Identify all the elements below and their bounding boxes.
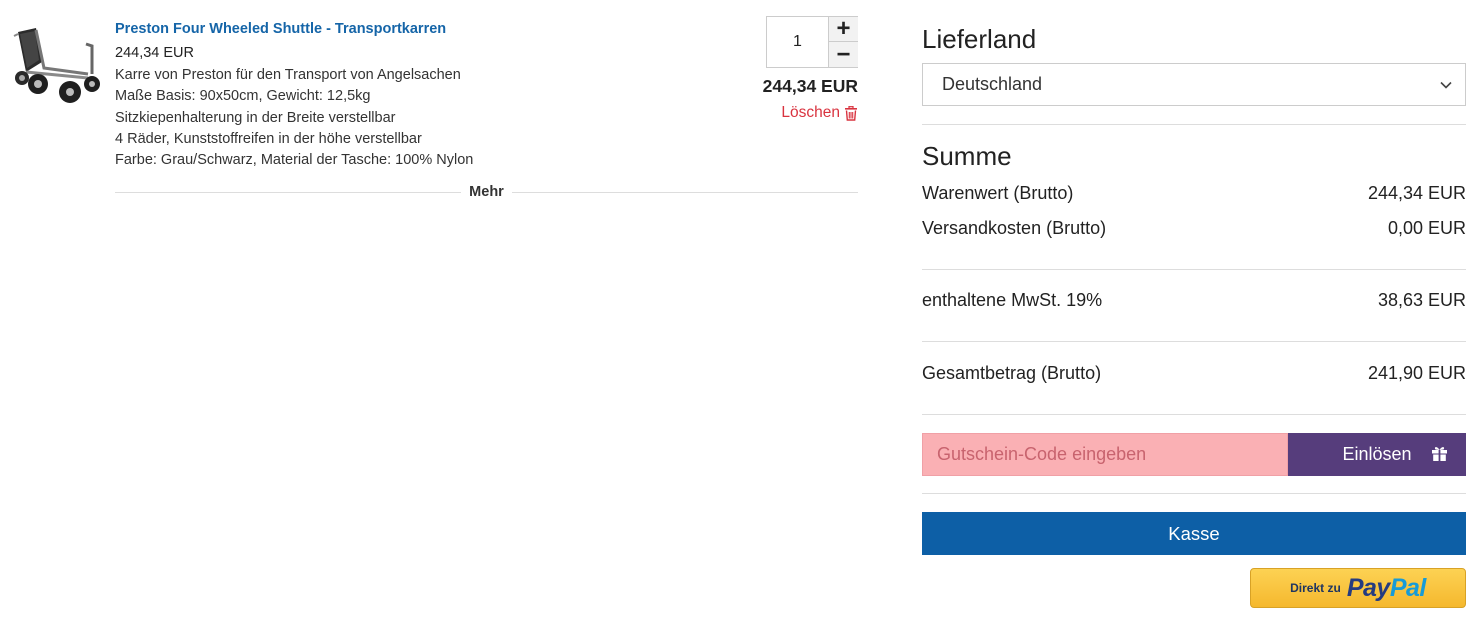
goods-value: 244,34 EUR <box>1367 183 1466 203</box>
divider <box>922 414 1466 415</box>
trash-icon <box>845 105 857 121</box>
paypal-logo: PayPal <box>1346 573 1427 603</box>
vat-label: enthaltene MwSt. 19% <box>922 290 1103 310</box>
more-toggle[interactable]: Mehr <box>115 182 858 202</box>
description-line: Farbe: Grau/Schwarz, Material der Tasche… <box>115 152 474 169</box>
redeem-coupon-button[interactable]: Einlösen <box>1288 433 1466 476</box>
delete-item-button[interactable]: Löschen <box>781 104 858 122</box>
description-line: Karre von Preston für den Transport von … <box>115 67 461 83</box>
coupon-code-input[interactable] <box>922 433 1288 476</box>
product-title-link[interactable]: Preston Four Wheeled Shuttle - Transport… <box>115 21 446 37</box>
divider <box>922 269 1466 270</box>
country-select-value: Deutschland <box>942 74 1043 94</box>
redeem-label: Einlösen <box>1342 444 1412 464</box>
summary-row-goods: Warenwert (Brutto) 244,34 EUR <box>922 183 1466 204</box>
vat-value: 38,63 EUR <box>1377 290 1466 310</box>
total-label: Gesamtbetrag (Brutto) <box>922 363 1102 383</box>
description-line: Sitzkiepenhalterung in der Breite verste… <box>115 109 396 126</box>
delete-label: Löschen <box>781 104 840 121</box>
summary-row-total: Gesamtbetrag (Brutto) 241,90 EUR <box>922 363 1466 384</box>
summary-row-vat: enthaltene MwSt. 19% 38,63 EUR <box>922 290 1466 311</box>
divider <box>922 124 1466 125</box>
shipping-cost-label: Versandkosten (Brutto) <box>922 218 1107 238</box>
more-label[interactable]: Mehr <box>461 184 512 200</box>
paypal-logo-pay: Pay <box>1346 573 1390 602</box>
goods-label: Warenwert (Brutto) <box>922 183 1074 203</box>
summary-heading: Summe <box>922 141 1012 171</box>
checkout-button[interactable]: Kasse <box>922 512 1466 555</box>
product-image[interactable] <box>8 22 100 106</box>
summary-row-shipping: Versandkosten (Brutto) 0,00 EUR <box>922 218 1466 239</box>
description-line: 4 Räder, Kunststoffreifen in der höhe ve… <box>115 130 422 147</box>
quantity-input[interactable] <box>767 17 828 67</box>
more-divider-left <box>115 191 462 193</box>
chevron-down-icon <box>1440 81 1452 89</box>
shipping-cost-value: 0,00 EUR <box>1387 218 1466 238</box>
paypal-logo-pal: Pal <box>1389 573 1427 602</box>
shipping-country-heading: Lieferland <box>922 24 1037 54</box>
product-description: Karre von Preston für den Transport von … <box>115 65 473 171</box>
quantity-stepper: + − <box>766 16 858 68</box>
quantity-decrease-button[interactable]: − <box>829 42 858 67</box>
line-total: 244,34 EUR <box>762 76 858 96</box>
divider <box>922 493 1466 494</box>
paypal-express-button[interactable]: Direkt zu PayPal <box>1250 568 1466 608</box>
paypal-prefix: Direkt zu <box>1290 581 1341 595</box>
description-line: Maße Basis: 90x50cm, Gewicht: 12,5kg <box>115 88 371 105</box>
quantity-increase-button[interactable]: + <box>829 17 858 42</box>
divider <box>922 341 1466 342</box>
country-select[interactable]: Deutschland <box>922 63 1466 106</box>
product-unit-price: 244,34 EUR <box>115 45 194 61</box>
gift-icon <box>1432 447 1447 461</box>
more-divider-right <box>511 191 858 193</box>
total-value: 241,90 EUR <box>1367 363 1466 383</box>
